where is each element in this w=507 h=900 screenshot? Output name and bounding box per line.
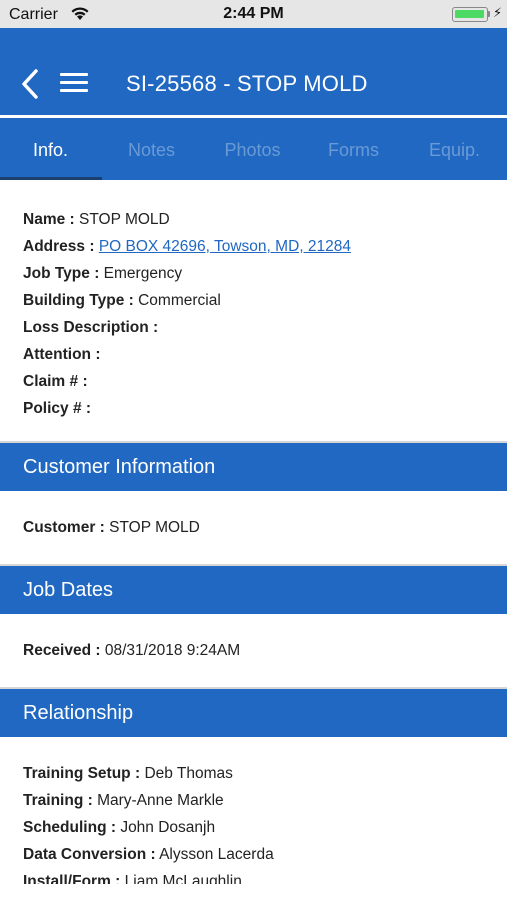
info-row-job-type: Job Type : Emergency (23, 260, 493, 287)
tab-notes[interactable]: Notes (101, 118, 202, 180)
relationship-label: Scheduling : (23, 819, 116, 836)
customer-value: STOP MOLD (109, 519, 200, 536)
relationship-row: Training : Mary-Anne Markle (23, 787, 493, 814)
relationship-value: Alysson Lacerda (159, 846, 274, 863)
info-row-building-type: Building Type : Commercial (23, 287, 493, 314)
relationship-row: Training Setup : Deb Thomas (23, 760, 493, 787)
relationship-value: Liam McLaughlin (124, 873, 242, 884)
job-type-value: Emergency (103, 265, 183, 282)
job-info-panel: Name : STOP MOLD Address : PO BOX 42696,… (23, 206, 493, 422)
info-row-claim: Claim # : (23, 368, 493, 395)
received-value: 08/31/2018 9:24AM (104, 642, 241, 659)
battery-tip (488, 11, 490, 17)
info-row-policy: Policy # : (23, 395, 493, 422)
building-type-label: Building Type : (23, 292, 134, 309)
hamburger-menu-icon[interactable] (60, 73, 88, 93)
battery-icon (452, 7, 488, 22)
relationship-value: John Dosanjh (120, 819, 216, 836)
building-type-value: Commercial (138, 292, 221, 309)
relationship-list: Training Setup : Deb Thomas Training : M… (23, 760, 493, 884)
info-row-loss-description: Loss Description : (23, 314, 493, 341)
policy-label: Policy # : (23, 400, 92, 417)
relationship-label: Training : (23, 792, 93, 809)
tab-equip[interactable]: Equip. (404, 118, 505, 180)
status-bar: Carrier 2:44 PM ⚡ (0, 0, 507, 28)
info-row-address: Address : PO BOX 42696, Towson, MD, 2128… (23, 233, 493, 260)
info-row-name: Name : STOP MOLD (23, 206, 493, 233)
clock: 2:44 PM (223, 5, 284, 22)
page-title: SI-25568 - STOP MOLD (126, 71, 368, 96)
job-type-label: Job Type : (23, 265, 100, 282)
customer-row: Customer : STOP MOLD (23, 514, 200, 541)
nav-bar: SI-25568 - STOP MOLD (0, 28, 507, 115)
charging-bolt-icon: ⚡ (493, 5, 503, 20)
info-row-attention: Attention : (23, 341, 493, 368)
attention-label: Attention : (23, 346, 101, 363)
relationship-value: Mary-Anne Markle (97, 792, 224, 809)
loss-description-label: Loss Description : (23, 319, 159, 336)
tab-photos[interactable]: Photos (202, 118, 303, 180)
active-tab-indicator (0, 177, 102, 180)
tab-info[interactable]: Info. (0, 118, 101, 180)
relationship-row: Install/Form : Liam McLaughlin (23, 868, 493, 884)
relationship-header: Relationship (0, 689, 507, 737)
customer-information-header: Customer Information (0, 443, 507, 491)
relationship-row: Data Conversion : Alysson Lacerda (23, 841, 493, 868)
relationship-label: Data Conversion : (23, 846, 156, 863)
claim-label: Claim # : (23, 373, 88, 390)
tab-forms[interactable]: Forms (303, 118, 404, 180)
address-link[interactable]: PO BOX 42696, Towson, MD, 21284 (99, 238, 351, 255)
address-label: Address : (23, 238, 95, 255)
chevron-left-icon[interactable] (20, 68, 40, 100)
name-value: STOP MOLD (79, 211, 170, 228)
relationship-value: Deb Thomas (144, 765, 233, 782)
relationship-label: Training Setup : (23, 765, 141, 782)
battery-level (455, 10, 484, 18)
job-dates-header: Job Dates (0, 566, 507, 614)
tab-bar: Info. Notes Photos Forms Equip. (0, 118, 507, 180)
relationship-row: Scheduling : John Dosanjh (23, 814, 493, 841)
received-label: Received : (23, 642, 101, 659)
customer-label: Customer : (23, 519, 105, 536)
name-label: Name : (23, 211, 75, 228)
relationship-label: Install/Form : (23, 873, 121, 884)
received-row: Received : 08/31/2018 9:24AM (23, 637, 240, 664)
